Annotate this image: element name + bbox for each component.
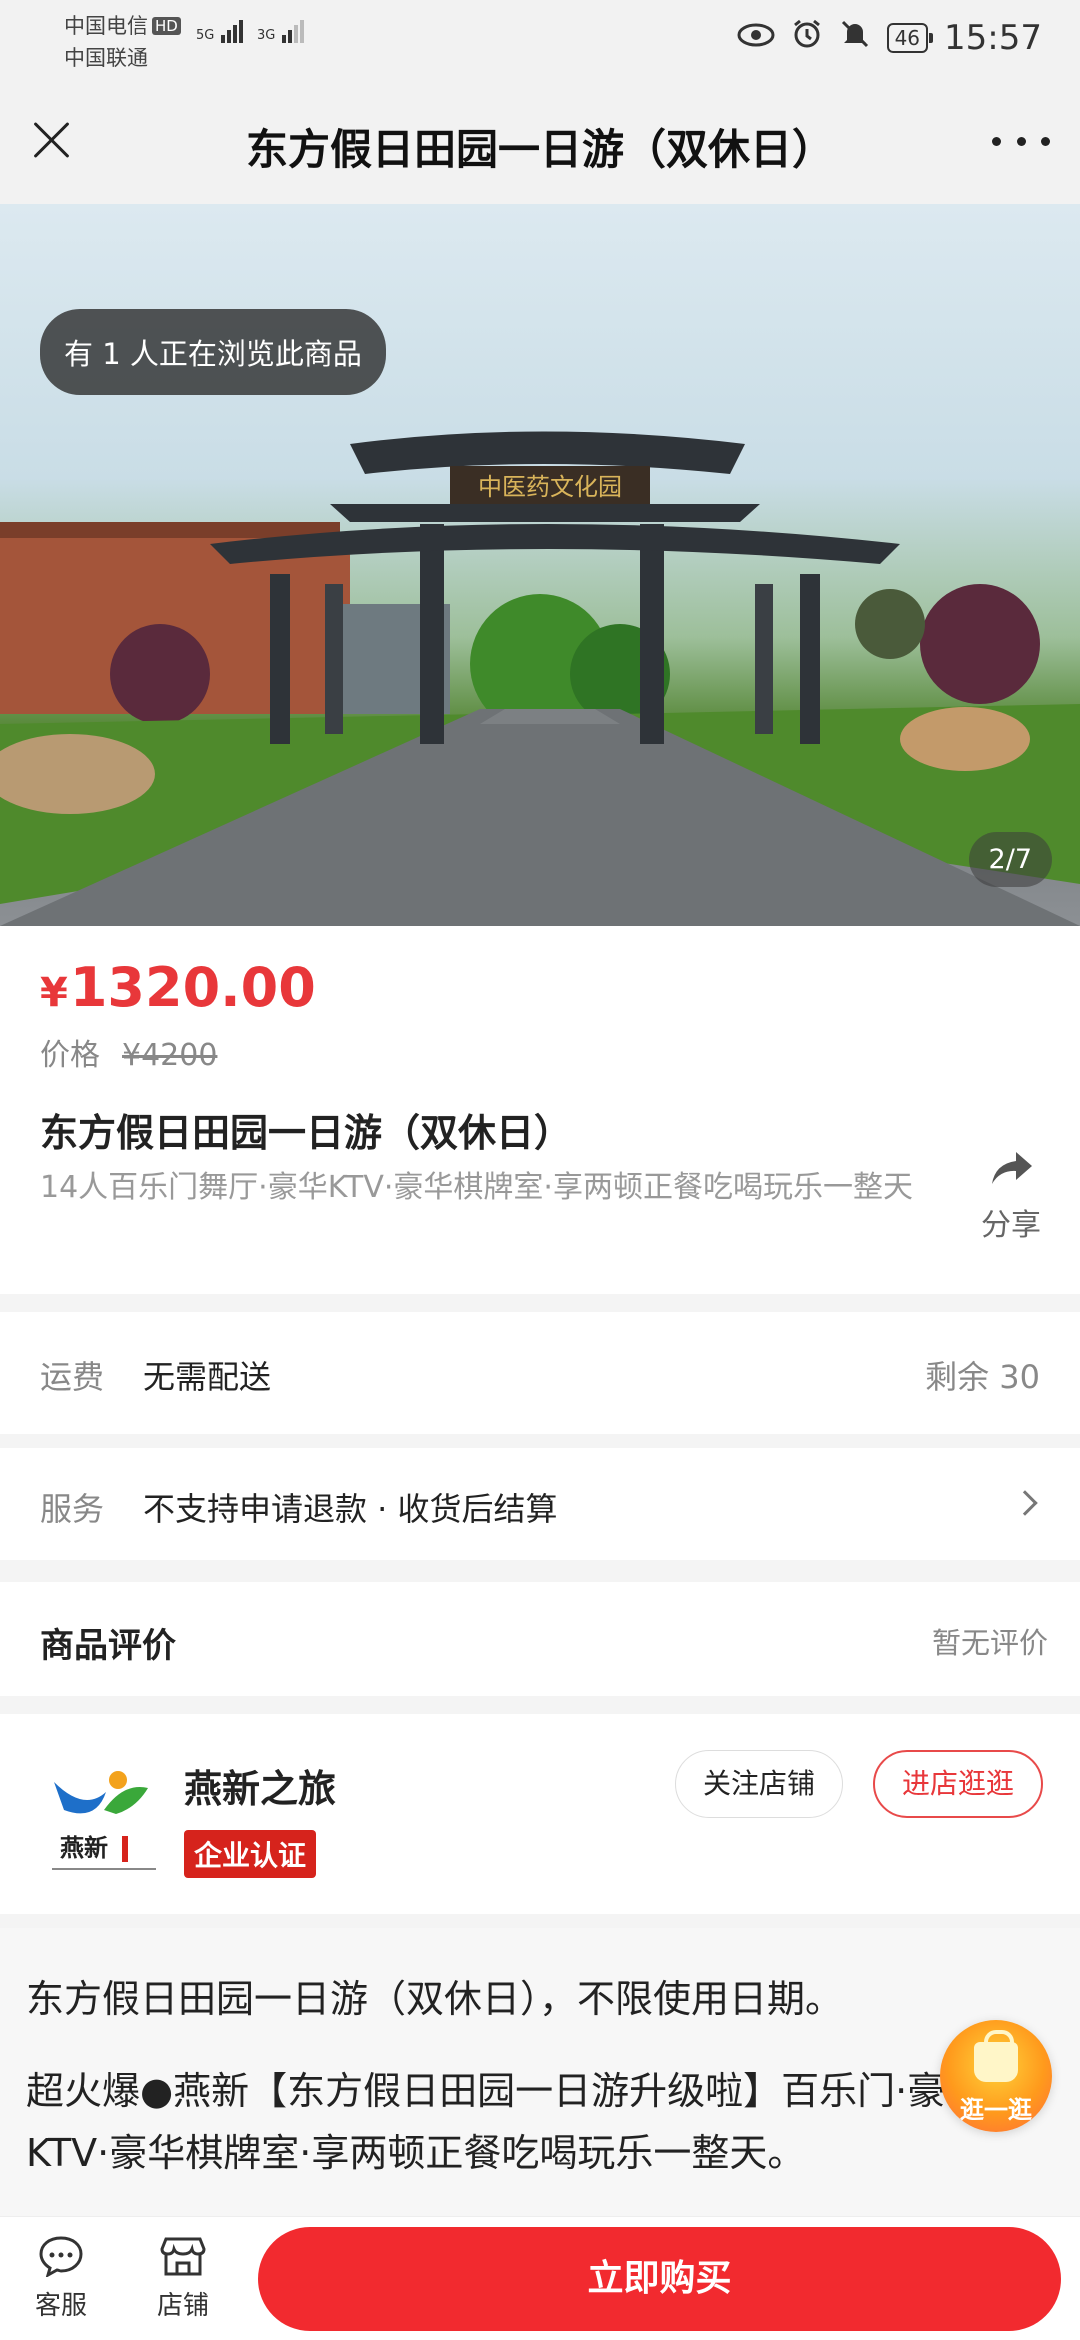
shipping-row: 运费 无需配送 剩余 30 <box>0 1312 1080 1434</box>
customer-service-label: 客服 <box>34 2291 87 2321</box>
signal-5g-icon: 5G <box>196 20 245 43</box>
mute-bell-icon <box>839 18 871 58</box>
customer-service-button[interactable]: 客服 <box>16 2235 106 2322</box>
gate-sign-text: 中医药文化园 <box>478 473 622 501</box>
browse-float-button[interactable]: 逛一逛 <box>940 2020 1052 2132</box>
clock: 15:57 <box>944 18 1042 58</box>
carrier-2-label: 中国联通 <box>64 46 148 70</box>
reviews-title: 商品评价 <box>40 1626 176 1666</box>
chat-bubble-icon <box>39 2236 83 2277</box>
product-name: 东方假日田园一日游（双休日） <box>40 1111 573 1155</box>
current-price: ¥1320.00 <box>40 956 316 1019</box>
product-description: 14人百乐门舞厅·豪华KTV·豪华棋牌室·享两顿正餐吃喝玩乐一整天 <box>40 1170 913 1205</box>
browse-float-label: 逛一逛 <box>960 2096 1032 2124</box>
shipping-label: 运费 <box>40 1358 105 1396</box>
storefront-icon <box>160 2237 206 2276</box>
status-bar: 中国电信 HD 中国联通 5G 3G 46 15:57 <box>0 0 1080 80</box>
signal-3g-icon: 3G <box>257 20 306 43</box>
signal-3g-label: 3G <box>257 28 276 43</box>
reviews-row[interactable]: 商品评价 暂无评价 <box>0 1582 1080 1696</box>
shop-tab-button[interactable]: 店铺 <box>138 2235 228 2322</box>
alarm-icon <box>791 18 823 58</box>
chevron-right-icon <box>1012 1490 1038 1516</box>
shipping-value: 无需配送 <box>143 1358 272 1396</box>
service-row[interactable]: 服务 不支持申请退款 · 收货后结算 <box>0 1448 1080 1560</box>
image-page-counter: 2/7 <box>968 832 1052 887</box>
visit-shop-button[interactable]: 进店逛逛 <box>873 1750 1043 1818</box>
reviews-status: 暂无评价 <box>931 1626 1048 1660</box>
original-price-row: 价格 ¥4200 <box>40 1030 217 1074</box>
carrier-1-label: 中国电信 <box>64 14 148 38</box>
shop-card: 燕新 燕新之旅 企业认证 关注店铺 进店逛逛 <box>0 1714 1080 1914</box>
follow-shop-button[interactable]: 关注店铺 <box>675 1750 843 1818</box>
eye-icon <box>737 21 775 56</box>
carrier-info: 中国电信 HD 中国联通 <box>64 10 181 74</box>
share-button[interactable]: 分享 <box>976 1148 1046 1244</box>
more-options-button[interactable] <box>992 126 1050 156</box>
detail-line-2: 超火爆●燕新【东方假日田园一日游升级啦】百乐门·豪华KTV·豪华棋牌室·享两顿正… <box>26 2069 984 2175</box>
shop-logo[interactable]: 燕新 <box>44 1752 164 1882</box>
product-image-carousel[interactable]: 中医药文化园 有 1 人正在浏览此商品 2/7 <box>0 204 1080 926</box>
shop-logo-text: 燕新 <box>60 1833 108 1862</box>
price-section: ¥1320.00 价格 ¥4200 东方假日田园一日游（双休日） 14人百乐门舞厅… <box>0 926 1080 1294</box>
share-label: 分享 <box>981 1208 1041 1243</box>
shopping-bag-icon <box>974 2030 1018 2082</box>
verified-badge: 企业认证 <box>184 1830 317 1878</box>
price-value: 1320.00 <box>69 956 316 1019</box>
viewers-notice: 有 1 人正在浏览此商品 <box>40 309 386 395</box>
currency-symbol: ¥ <box>40 970 68 1016</box>
shop-name[interactable]: 燕新之旅 <box>184 1758 336 1813</box>
hd-badge: HD <box>152 17 181 35</box>
bottom-action-bar: 客服 店铺 立即购买 <box>0 2216 1080 2340</box>
shop-tab-label: 店铺 <box>156 2291 209 2321</box>
buy-now-button[interactable]: 立即购买 <box>258 2227 1061 2331</box>
battery-icon: 46 <box>886 23 934 53</box>
original-price-label: 价格 <box>40 1038 100 1073</box>
signal-5g-label: 5G <box>196 28 215 43</box>
page-title: 东方假日田园一日游（双休日） <box>245 125 834 174</box>
detail-line-1: 东方假日田园一日游（双休日），不限使用日期。 <box>26 1977 844 2021</box>
share-icon <box>992 1152 1032 1184</box>
product-detail: 东方假日田园一日游（双休日），不限使用日期。 超火爆●燕新【东方假日田园一日游升… <box>0 1928 1080 2218</box>
service-value: 不支持申请退款 · 收货后结算 <box>143 1490 558 1528</box>
service-label: 服务 <box>40 1490 105 1528</box>
original-price: ¥4200 <box>122 1038 218 1073</box>
stock-remaining: 剩余 30 <box>925 1358 1040 1396</box>
title-bar: 东方假日田园一日游（双休日） <box>0 80 1080 204</box>
